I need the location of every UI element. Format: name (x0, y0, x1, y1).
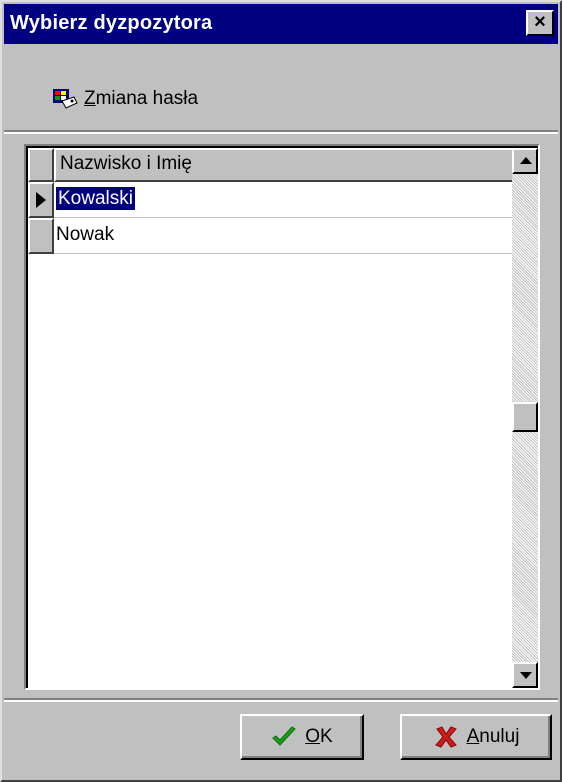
dialog-window: Wybierz dyzpozytora × Zmiana hasła Nazwi… (0, 0, 562, 782)
header-indicator-cell (28, 148, 54, 182)
scroll-up-button[interactable] (512, 148, 538, 174)
table-cell-name[interactable]: Kowalski (54, 182, 522, 218)
column-header-name[interactable]: Nazwisko i Imię (54, 148, 522, 182)
close-button[interactable]: × (526, 10, 554, 36)
dispatcher-grid[interactable]: Nazwisko i Imię Kowalski Nowak (24, 144, 540, 690)
row-indicator[interactable] (28, 218, 54, 254)
checkmark-icon (271, 725, 297, 749)
toolbar: Zmiana hasła (4, 46, 558, 134)
row-indicator[interactable] (28, 182, 54, 218)
table-row[interactable]: Kowalski (28, 182, 522, 218)
ok-button[interactable]: OK (240, 714, 364, 760)
window-title: Wybierz dyzpozytora (10, 12, 213, 34)
selected-cell-text: Kowalski (56, 187, 135, 210)
arrow-down-icon (520, 672, 532, 679)
key-card-icon (52, 87, 78, 111)
ok-label: OK (305, 726, 333, 747)
button-bar: OK Anuluj (4, 698, 558, 778)
table-row[interactable]: Nowak (28, 218, 522, 254)
title-bar[interactable]: Wybierz dyzpozytora × (4, 4, 558, 44)
cancel-button[interactable]: Anuluj (400, 714, 552, 760)
grid-body: Nazwisko i Imię Kowalski Nowak (26, 146, 538, 688)
change-password-button[interactable]: Zmiana hasła (52, 84, 198, 114)
grid-header: Nazwisko i Imię (28, 148, 522, 182)
table-cell-name[interactable]: Nowak (54, 218, 522, 254)
vertical-scrollbar[interactable] (512, 148, 538, 688)
current-row-arrow-icon (36, 192, 46, 208)
x-icon (433, 725, 459, 749)
arrow-up-icon (520, 157, 532, 164)
close-icon: × (534, 11, 546, 33)
scroll-thumb[interactable] (512, 402, 538, 432)
scroll-down-button[interactable] (512, 662, 538, 688)
change-password-label: Zmiana hasła (84, 88, 199, 109)
cancel-label: Anuluj (466, 726, 520, 747)
